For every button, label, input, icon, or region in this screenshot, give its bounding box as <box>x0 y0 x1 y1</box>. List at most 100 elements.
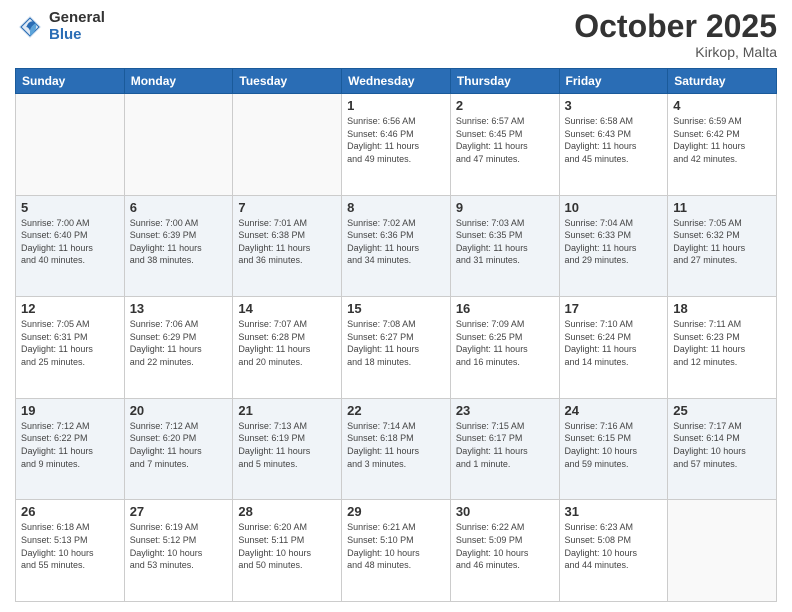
day-number: 31 <box>565 504 663 519</box>
table-row <box>124 94 233 196</box>
table-row: 18 Sunrise: 7:11 AM Sunset: 6:23 PM Dayli… <box>668 297 777 399</box>
table-row: 29 Sunrise: 6:21 AM Sunset: 5:10 PM Dayli… <box>342 500 451 602</box>
calendar-week-row: 5 Sunrise: 7:00 AM Sunset: 6:40 PM Daylig… <box>16 195 777 297</box>
table-row: 27 Sunrise: 6:19 AM Sunset: 5:12 PM Dayli… <box>124 500 233 602</box>
day-info: Sunrise: 7:15 AM Sunset: 6:17 PM Dayligh… <box>456 420 554 470</box>
table-row: 19 Sunrise: 7:12 AM Sunset: 6:22 PM Dayli… <box>16 398 125 500</box>
table-row: 31 Sunrise: 6:23 AM Sunset: 5:08 PM Dayli… <box>559 500 668 602</box>
day-number: 23 <box>456 403 554 418</box>
day-number: 5 <box>21 200 119 215</box>
day-info: Sunrise: 7:06 AM Sunset: 6:29 PM Dayligh… <box>130 318 228 368</box>
table-row: 3 Sunrise: 6:58 AM Sunset: 6:43 PM Daylig… <box>559 94 668 196</box>
header-saturday: Saturday <box>668 69 777 94</box>
day-number: 13 <box>130 301 228 316</box>
day-number: 11 <box>673 200 771 215</box>
table-row: 14Sunrise: 7:07 AM Sunset: 6:28 PM Dayli… <box>233 297 342 399</box>
day-number: 1 <box>347 98 445 113</box>
day-info: Sunrise: 6:23 AM Sunset: 5:08 PM Dayligh… <box>565 521 663 571</box>
header-thursday: Thursday <box>450 69 559 94</box>
day-info: Sunrise: 6:59 AM Sunset: 6:42 PM Dayligh… <box>673 115 771 165</box>
table-row: 12Sunrise: 7:05 AM Sunset: 6:31 PM Dayli… <box>16 297 125 399</box>
day-info: Sunrise: 7:02 AM Sunset: 6:36 PM Dayligh… <box>347 217 445 267</box>
day-number: 22 <box>347 403 445 418</box>
day-number: 16 <box>456 301 554 316</box>
day-number: 8 <box>347 200 445 215</box>
day-info: Sunrise: 6:18 AM Sunset: 5:13 PM Dayligh… <box>21 521 119 571</box>
day-info: Sunrise: 6:58 AM Sunset: 6:43 PM Dayligh… <box>565 115 663 165</box>
day-number: 19 <box>21 403 119 418</box>
calendar-week-row: 19 Sunrise: 7:12 AM Sunset: 6:22 PM Dayli… <box>16 398 777 500</box>
day-info: Sunrise: 7:00 AM Sunset: 6:39 PM Dayligh… <box>130 217 228 267</box>
table-row: 13 Sunrise: 7:06 AM Sunset: 6:29 PM Dayli… <box>124 297 233 399</box>
table-row: 20Sunrise: 7:12 AM Sunset: 6:20 PM Dayli… <box>124 398 233 500</box>
day-info: Sunrise: 6:56 AM Sunset: 6:46 PM Dayligh… <box>347 115 445 165</box>
title-area: October 2025 Kirkop, Malta <box>574 10 777 60</box>
day-info: Sunrise: 7:14 AM Sunset: 6:18 PM Dayligh… <box>347 420 445 470</box>
table-row: 24 Sunrise: 7:16 AM Sunset: 6:15 PM Dayli… <box>559 398 668 500</box>
calendar-week-row: 12Sunrise: 7:05 AM Sunset: 6:31 PM Dayli… <box>16 297 777 399</box>
calendar-table: Sunday Monday Tuesday Wednesday Thursday… <box>15 68 777 602</box>
header-wednesday: Wednesday <box>342 69 451 94</box>
table-row: 22 Sunrise: 7:14 AM Sunset: 6:18 PM Dayli… <box>342 398 451 500</box>
day-info: Sunrise: 7:08 AM Sunset: 6:27 PM Dayligh… <box>347 318 445 368</box>
day-info: Sunrise: 7:17 AM Sunset: 6:14 PM Dayligh… <box>673 420 771 470</box>
day-info: Sunrise: 7:10 AM Sunset: 6:24 PM Dayligh… <box>565 318 663 368</box>
day-number: 25 <box>673 403 771 418</box>
day-number: 30 <box>456 504 554 519</box>
day-number: 15 <box>347 301 445 316</box>
day-info: Sunrise: 7:09 AM Sunset: 6:25 PM Dayligh… <box>456 318 554 368</box>
table-row: 25 Sunrise: 7:17 AM Sunset: 6:14 PM Dayli… <box>668 398 777 500</box>
table-row: 8 Sunrise: 7:02 AM Sunset: 6:36 PM Daylig… <box>342 195 451 297</box>
table-row: 23 Sunrise: 7:15 AM Sunset: 6:17 PM Dayli… <box>450 398 559 500</box>
day-info: Sunrise: 7:16 AM Sunset: 6:15 PM Dayligh… <box>565 420 663 470</box>
logo-blue: Blue <box>49 27 105 44</box>
day-number: 24 <box>565 403 663 418</box>
table-row: 5 Sunrise: 7:00 AM Sunset: 6:40 PM Daylig… <box>16 195 125 297</box>
day-info: Sunrise: 6:19 AM Sunset: 5:12 PM Dayligh… <box>130 521 228 571</box>
day-info: Sunrise: 7:13 AM Sunset: 6:19 PM Dayligh… <box>238 420 336 470</box>
day-number: 26 <box>21 504 119 519</box>
table-row: 16 Sunrise: 7:09 AM Sunset: 6:25 PM Dayli… <box>450 297 559 399</box>
day-info: Sunrise: 7:05 AM Sunset: 6:32 PM Dayligh… <box>673 217 771 267</box>
day-info: Sunrise: 7:12 AM Sunset: 6:22 PM Dayligh… <box>21 420 119 470</box>
table-row: 17Sunrise: 7:10 AM Sunset: 6:24 PM Dayli… <box>559 297 668 399</box>
day-info: Sunrise: 7:04 AM Sunset: 6:33 PM Dayligh… <box>565 217 663 267</box>
logo-text: General Blue <box>49 10 105 43</box>
day-number: 21 <box>238 403 336 418</box>
logo-icon <box>15 12 45 42</box>
day-number: 3 <box>565 98 663 113</box>
day-number: 2 <box>456 98 554 113</box>
header-friday: Friday <box>559 69 668 94</box>
day-info: Sunrise: 7:01 AM Sunset: 6:38 PM Dayligh… <box>238 217 336 267</box>
table-row: 15 Sunrise: 7:08 AM Sunset: 6:27 PM Dayli… <box>342 297 451 399</box>
day-number: 27 <box>130 504 228 519</box>
table-row: 21 Sunrise: 7:13 AM Sunset: 6:19 PM Dayli… <box>233 398 342 500</box>
table-row <box>16 94 125 196</box>
table-row: 7 Sunrise: 7:01 AM Sunset: 6:38 PM Daylig… <box>233 195 342 297</box>
header-monday: Monday <box>124 69 233 94</box>
header-tuesday: Tuesday <box>233 69 342 94</box>
calendar-week-row: 1 Sunrise: 6:56 AM Sunset: 6:46 PM Daylig… <box>16 94 777 196</box>
day-number: 7 <box>238 200 336 215</box>
day-info: Sunrise: 7:05 AM Sunset: 6:31 PM Dayligh… <box>21 318 119 368</box>
day-number: 4 <box>673 98 771 113</box>
table-row: 11 Sunrise: 7:05 AM Sunset: 6:32 PM Dayli… <box>668 195 777 297</box>
day-number: 10 <box>565 200 663 215</box>
table-row: 30 Sunrise: 6:22 AM Sunset: 5:09 PM Dayli… <box>450 500 559 602</box>
day-info: Sunrise: 7:00 AM Sunset: 6:40 PM Dayligh… <box>21 217 119 267</box>
table-row: 6Sunrise: 7:00 AM Sunset: 6:39 PM Daylig… <box>124 195 233 297</box>
day-info: Sunrise: 7:03 AM Sunset: 6:35 PM Dayligh… <box>456 217 554 267</box>
table-row: 4 Sunrise: 6:59 AM Sunset: 6:42 PM Daylig… <box>668 94 777 196</box>
page-header: General Blue October 2025 Kirkop, Malta <box>15 10 777 60</box>
day-info: Sunrise: 6:57 AM Sunset: 6:45 PM Dayligh… <box>456 115 554 165</box>
table-row <box>668 500 777 602</box>
day-info: Sunrise: 6:20 AM Sunset: 5:11 PM Dayligh… <box>238 521 336 571</box>
header-sunday: Sunday <box>16 69 125 94</box>
day-info: Sunrise: 7:07 AM Sunset: 6:28 PM Dayligh… <box>238 318 336 368</box>
day-info: Sunrise: 6:21 AM Sunset: 5:10 PM Dayligh… <box>347 521 445 571</box>
day-info: Sunrise: 6:22 AM Sunset: 5:09 PM Dayligh… <box>456 521 554 571</box>
day-info: Sunrise: 7:11 AM Sunset: 6:23 PM Dayligh… <box>673 318 771 368</box>
day-number: 18 <box>673 301 771 316</box>
day-number: 29 <box>347 504 445 519</box>
table-row <box>233 94 342 196</box>
